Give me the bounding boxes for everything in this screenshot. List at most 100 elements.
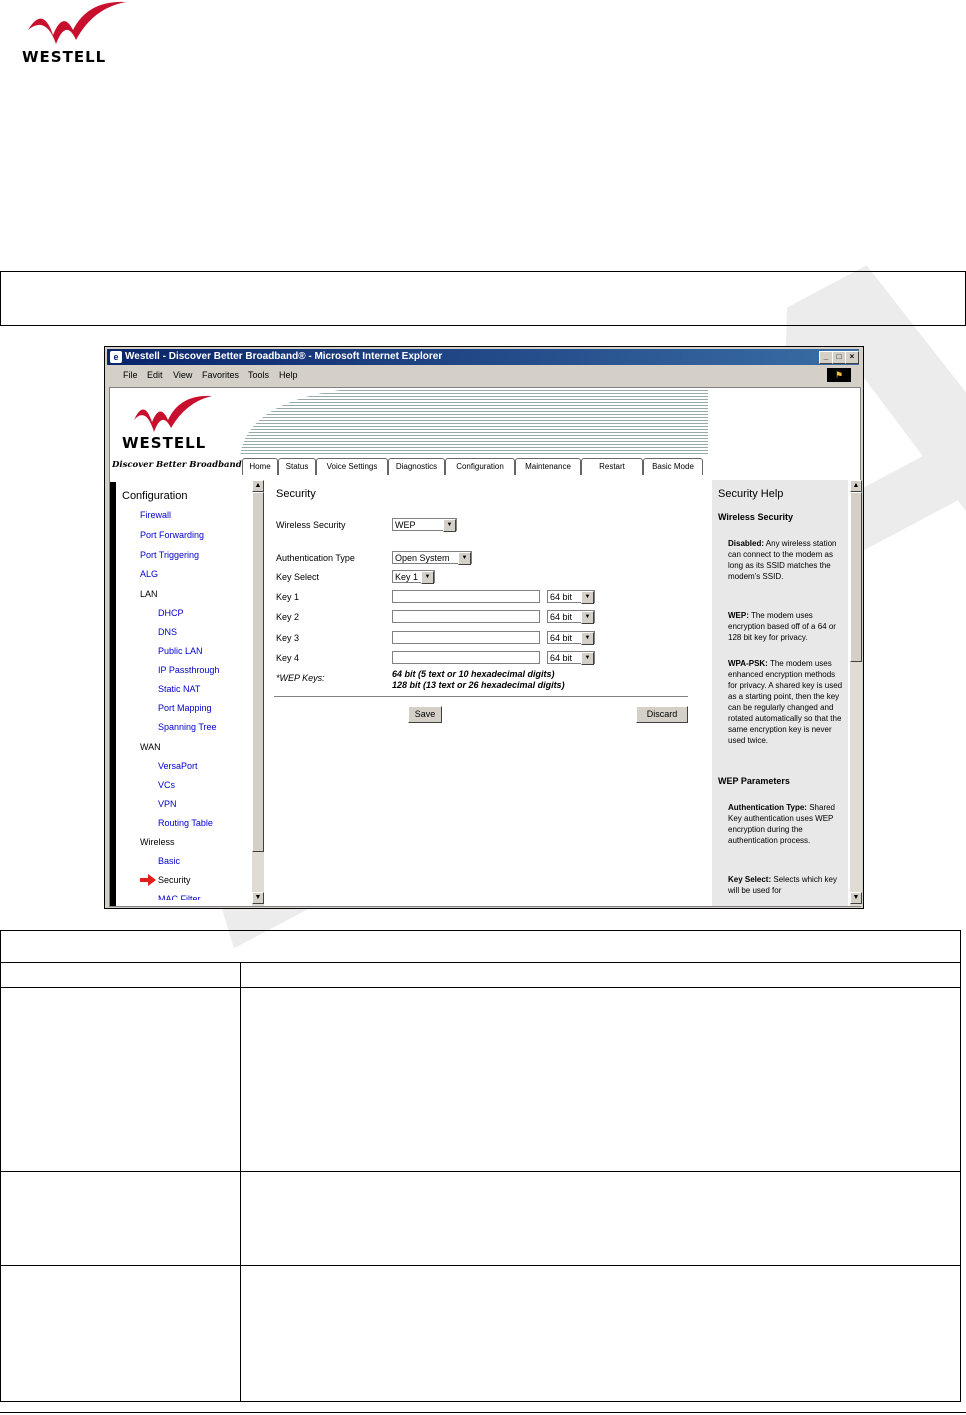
close-button[interactable]: × (845, 351, 859, 364)
auth-type-label: Authentication Type (276, 553, 355, 563)
key2-input[interactable] (392, 610, 540, 623)
sidebar-item-mac-filter[interactable]: MAC Filter (158, 894, 201, 900)
help-keysel: Key Select: Selects which key will be us… (728, 874, 844, 904)
table-row-divider (1, 1171, 960, 1172)
tab-voice-settings[interactable]: Voice Settings (316, 458, 388, 475)
tab-maintenance[interactable]: Maintenance (515, 458, 581, 475)
menu-edit[interactable]: Edit (147, 370, 163, 380)
scroll-down-icon[interactable]: ▼ (252, 892, 264, 904)
minimize-button[interactable]: _ (819, 351, 833, 364)
help-wpa-term: WPA-PSK: (728, 659, 768, 668)
browser-window: e Westell - Discover Better Broadband® -… (104, 346, 864, 909)
sidebar-scroll-thumb[interactable] (252, 492, 264, 852)
key4-input[interactable] (392, 651, 540, 664)
sidebar-item-ip-passthrough[interactable]: IP Passthrough (158, 665, 219, 675)
table-row-divider (1, 1265, 960, 1266)
wep-keys-label: *WEP Keys: (276, 673, 325, 683)
sidebar-scrollbar[interactable]: ▲ ▼ (252, 480, 264, 906)
dropdown-arrow-icon: ▼ (581, 611, 594, 624)
dropdown-arrow-icon: ▼ (458, 552, 471, 565)
menu-view[interactable]: View (173, 370, 192, 380)
sidebar-item-routing-table[interactable]: Routing Table (158, 818, 213, 828)
key3-size-value: 64 bit (550, 633, 573, 643)
page-title: Security (276, 488, 316, 500)
browser-titlebar: e Westell - Discover Better Broadband® -… (107, 349, 859, 365)
browser-menubar: File Edit View Favorites Tools Help ⚑ (107, 366, 859, 384)
menu-help[interactable]: Help (279, 370, 298, 380)
sidebar-item-firewall[interactable]: Firewall (140, 510, 171, 520)
key1-label: Key 1 (276, 592, 300, 602)
ie-icon: e (110, 351, 122, 363)
sidebar-item-port-triggering[interactable]: Port Triggering (140, 550, 199, 560)
key3-label: Key 3 (276, 633, 300, 643)
sidebar-item-alg[interactable]: ALG (140, 569, 158, 579)
save-button[interactable]: Save (408, 706, 442, 723)
scroll-up-icon[interactable]: ▲ (850, 480, 862, 492)
sidebar-item-basic[interactable]: Basic (158, 856, 180, 866)
help-section-wireless-security: Wireless Security (718, 512, 793, 522)
key4-size-select[interactable]: 64 bit ▼ (547, 651, 595, 665)
current-page-arrow-icon (140, 874, 156, 886)
sidebar-item-security[interactable]: Security (158, 875, 191, 885)
browser-title: Westell - Discover Better Broadband® - M… (125, 351, 443, 362)
dropdown-arrow-icon: ▼ (421, 571, 434, 584)
table-row-divider (1, 962, 960, 963)
sidebar-item-port-forwarding[interactable]: Port Forwarding (140, 530, 204, 540)
wep-note-64: 64 bit (5 text or 10 hexadecimal digits) (392, 669, 555, 679)
sidebar-heading: Configuration (122, 490, 188, 502)
scroll-down-icon[interactable]: ▼ (850, 892, 862, 904)
document-caption-box (0, 271, 966, 326)
sidebar-item-versaport[interactable]: VersaPort (158, 761, 198, 771)
tab-diagnostics[interactable]: Diagnostics (388, 458, 445, 475)
key2-size-value: 64 bit (550, 612, 573, 622)
sidebar-item-dns[interactable]: DNS (158, 627, 177, 637)
discard-button[interactable]: Discard (636, 706, 688, 723)
help-scrollbar[interactable]: ▲ ▼ (850, 480, 862, 906)
sidebar-item-static-nat[interactable]: Static NAT (158, 684, 200, 694)
key-select-value: Key 1 (395, 572, 419, 582)
key3-input[interactable] (392, 631, 540, 644)
menu-favorites[interactable]: Favorites (202, 370, 239, 380)
wep-note-128: 128 bit (13 text or 26 hexadecimal digit… (392, 680, 565, 690)
wireless-security-label: Wireless Security (276, 520, 346, 530)
key1-input[interactable] (392, 590, 540, 603)
tab-status[interactable]: Status (278, 458, 316, 475)
tab-home[interactable]: Home (242, 458, 278, 475)
router-logo: WESTELL (114, 392, 238, 464)
sidebar-item-vcs[interactable]: VCs (158, 780, 175, 790)
browser-viewport: WESTELL Discover Better Broadband Home S… (109, 387, 862, 907)
sidebar-item-vpn[interactable]: VPN (158, 799, 177, 809)
wireless-security-value: WEP (395, 520, 416, 530)
document-logo-text: WESTELL (22, 48, 107, 66)
scroll-up-icon[interactable]: ▲ (252, 480, 264, 492)
key-select-select[interactable]: Key 1 ▼ (392, 570, 435, 584)
key1-size-select[interactable]: 64 bit ▼ (547, 590, 595, 604)
menu-tools[interactable]: Tools (248, 370, 269, 380)
key2-size-select[interactable]: 64 bit ▼ (547, 610, 595, 624)
security-form: Security Wireless Security WEP ▼ Authenti… (270, 482, 710, 906)
help-scroll-thumb[interactable] (850, 492, 862, 662)
footer-rule (0, 1412, 966, 1413)
dropdown-arrow-icon: ▼ (581, 591, 594, 604)
tab-basic-mode[interactable]: Basic Mode (643, 458, 703, 475)
key3-size-select[interactable]: 64 bit ▼ (547, 631, 595, 645)
sidebar-item-public-lan[interactable]: Public LAN (158, 646, 203, 656)
key1-size-value: 64 bit (550, 592, 573, 602)
sidebar-item-port-mapping[interactable]: Port Mapping (158, 703, 212, 713)
sidebar-item-spanning-tree[interactable]: Spanning Tree (158, 722, 217, 732)
router-swoosh-icon (134, 395, 212, 432)
help-auth-term: Authentication Type: (728, 803, 807, 812)
sidebar-item-dhcp[interactable]: DHCP (158, 608, 184, 618)
help-disabled: Disabled: Any wireless station can conne… (728, 538, 844, 582)
tab-restart[interactable]: Restart (581, 458, 643, 475)
tab-configuration[interactable]: Configuration (445, 458, 515, 475)
auth-type-select[interactable]: Open System ▼ (392, 551, 472, 565)
dropdown-arrow-icon: ▼ (443, 519, 456, 532)
wireless-security-select[interactable]: WEP ▼ (392, 518, 457, 532)
menu-file[interactable]: File (123, 370, 138, 380)
sidebar-group-lan: LAN (140, 589, 158, 599)
maximize-button[interactable]: □ (832, 351, 846, 364)
help-auth: Authentication Type: Shared Key authenti… (728, 802, 844, 846)
router-tagline: Discover Better Broadband (112, 460, 242, 470)
windows-flag-icon: ⚑ (827, 368, 851, 382)
